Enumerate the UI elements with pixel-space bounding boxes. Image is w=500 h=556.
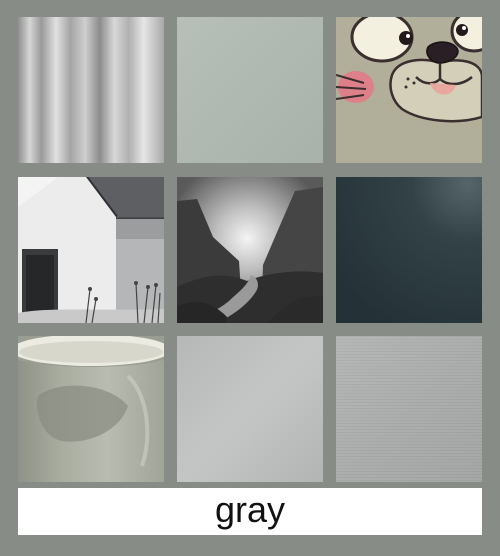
image-tile-cottage[interactable]	[18, 177, 164, 323]
image-tile-mountain-valley[interactable]	[177, 177, 323, 323]
image-tile-sage-swatch[interactable]	[177, 17, 323, 163]
dark-teal-image	[336, 177, 482, 323]
caption-bar: gray	[18, 488, 482, 535]
image-tile-curtain[interactable]	[18, 17, 164, 163]
mountain-valley-image	[177, 177, 323, 323]
cartoon-cat-image	[336, 17, 482, 163]
caption-label: gray	[214, 488, 286, 530]
image-tile-dark-teal[interactable]	[336, 177, 482, 323]
cottage-image	[18, 177, 164, 323]
gray-texture-image	[336, 336, 482, 482]
image-tile-gray-gradient[interactable]	[177, 336, 323, 482]
sage-swatch-image	[177, 17, 323, 163]
image-tile-cartoon-cat[interactable]	[336, 17, 482, 163]
image-tile-ceramic-mug[interactable]	[18, 336, 164, 482]
ceramic-mug-image	[18, 336, 164, 482]
curtain-image	[18, 17, 164, 163]
gray-gradient-image	[177, 336, 323, 482]
image-tile-gray-texture[interactable]	[336, 336, 482, 482]
